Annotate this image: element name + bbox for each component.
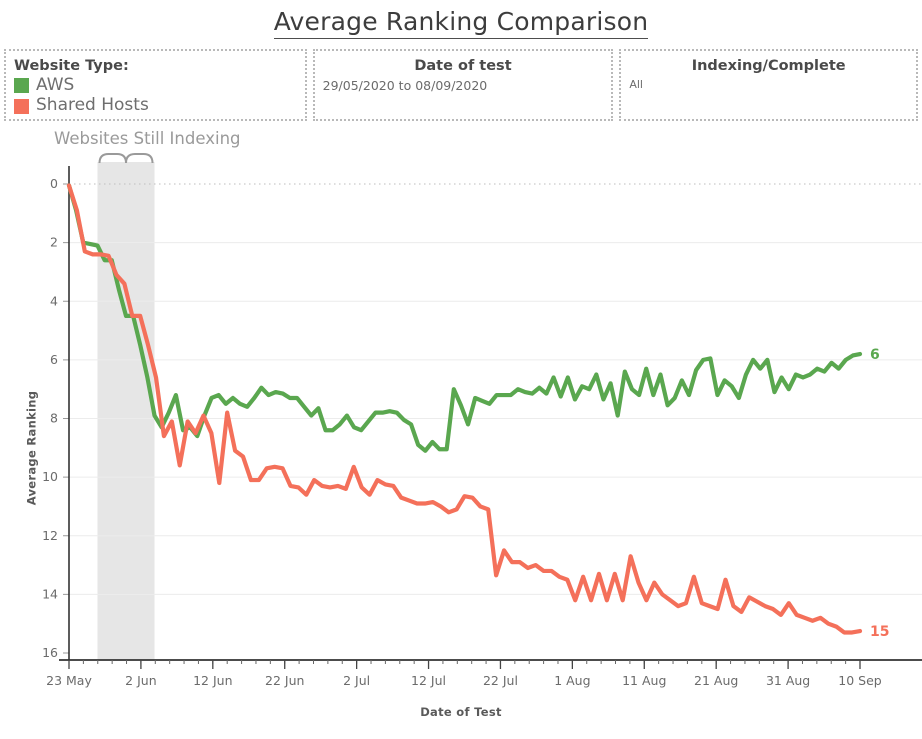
date-filter-heading: Date of test xyxy=(414,57,512,74)
indexing-brace-icon xyxy=(98,152,154,163)
y-axis-tick-label: 10 xyxy=(42,469,58,484)
x-axis-tick-label: 22 Jul xyxy=(483,673,518,688)
y-axis-tick-label: 14 xyxy=(42,586,58,601)
legend-item-shared-hosts[interactable]: Shared Hosts xyxy=(14,96,297,116)
legend-item-aws[interactable]: AWS xyxy=(14,74,297,96)
legend-heading: Website Type: xyxy=(14,57,129,74)
legend-label-aws: AWS xyxy=(36,74,75,95)
shaded-indexing-region xyxy=(97,161,155,660)
x-axis-tick-label: 2 Jun xyxy=(125,673,156,688)
y-axis-tick-label: 2 xyxy=(50,234,58,249)
page-title-text: Average Ranking Comparison xyxy=(273,7,649,39)
filter-bar: Website Type: AWS Shared Hosts Date of t… xyxy=(4,48,918,121)
chart-plot-area: Websites Still Indexing Average Ranking … xyxy=(0,121,922,721)
y-axis-tick-label: 0 xyxy=(50,176,58,191)
legend-label-shared-hosts: Shared Hosts xyxy=(36,95,149,116)
x-axis-tick-label: 1 Aug xyxy=(554,673,590,688)
date-filter-panel[interactable]: Date of test 29/05/2020 to 08/09/2020 xyxy=(312,48,614,121)
x-axis-tick-label: 12 Jun xyxy=(193,673,232,688)
line-chart-svg: 0 2 4 6 8 10 12 14 16 23 May 2 Jun 12 Jun 22 Jun 2 Ju… xyxy=(42,152,922,688)
page-title: Average Ranking Comparison xyxy=(0,0,922,39)
date-filter-value: 29/05/2020 to 08/09/2020 xyxy=(322,77,488,93)
y-axis-tick-label: 6 xyxy=(50,352,58,367)
y-axis-tick-label: 12 xyxy=(42,528,58,543)
legend-panel[interactable]: Website Type: AWS Shared Hosts xyxy=(4,48,307,121)
indexing-filter-heading: Indexing/Complete xyxy=(691,57,846,74)
indexing-filter-panel[interactable]: Indexing/Complete All xyxy=(619,48,918,121)
x-axis-tick-label: 12 Jul xyxy=(411,673,446,688)
y-axis-tick-label: 4 xyxy=(50,293,58,308)
series-end-label-aws: 6 xyxy=(870,347,880,363)
x-axis-tick-label: 10 Sep xyxy=(838,673,882,688)
series-line-aws xyxy=(66,183,863,453)
x-axis-tick-label: 21 Aug xyxy=(694,673,738,688)
x-axis-tick-label: 23 May xyxy=(46,673,92,688)
x-axis-tick-label: 22 Jun xyxy=(265,673,304,688)
x-axis-tick-label: 11 Aug xyxy=(622,673,666,688)
legend-swatch-shared-hosts xyxy=(14,98,29,114)
y-axis-tick-label: 8 xyxy=(50,410,58,425)
indexing-filter-value: All xyxy=(629,77,643,91)
legend-swatch-aws xyxy=(14,78,29,94)
x-axis-tick-label: 2 Jul xyxy=(343,673,370,688)
y-axis-tick-label: 16 xyxy=(42,645,58,660)
x-axis-tick-label: 31 Aug xyxy=(766,673,810,688)
series-end-label-shared-hosts: 15 xyxy=(870,624,889,640)
